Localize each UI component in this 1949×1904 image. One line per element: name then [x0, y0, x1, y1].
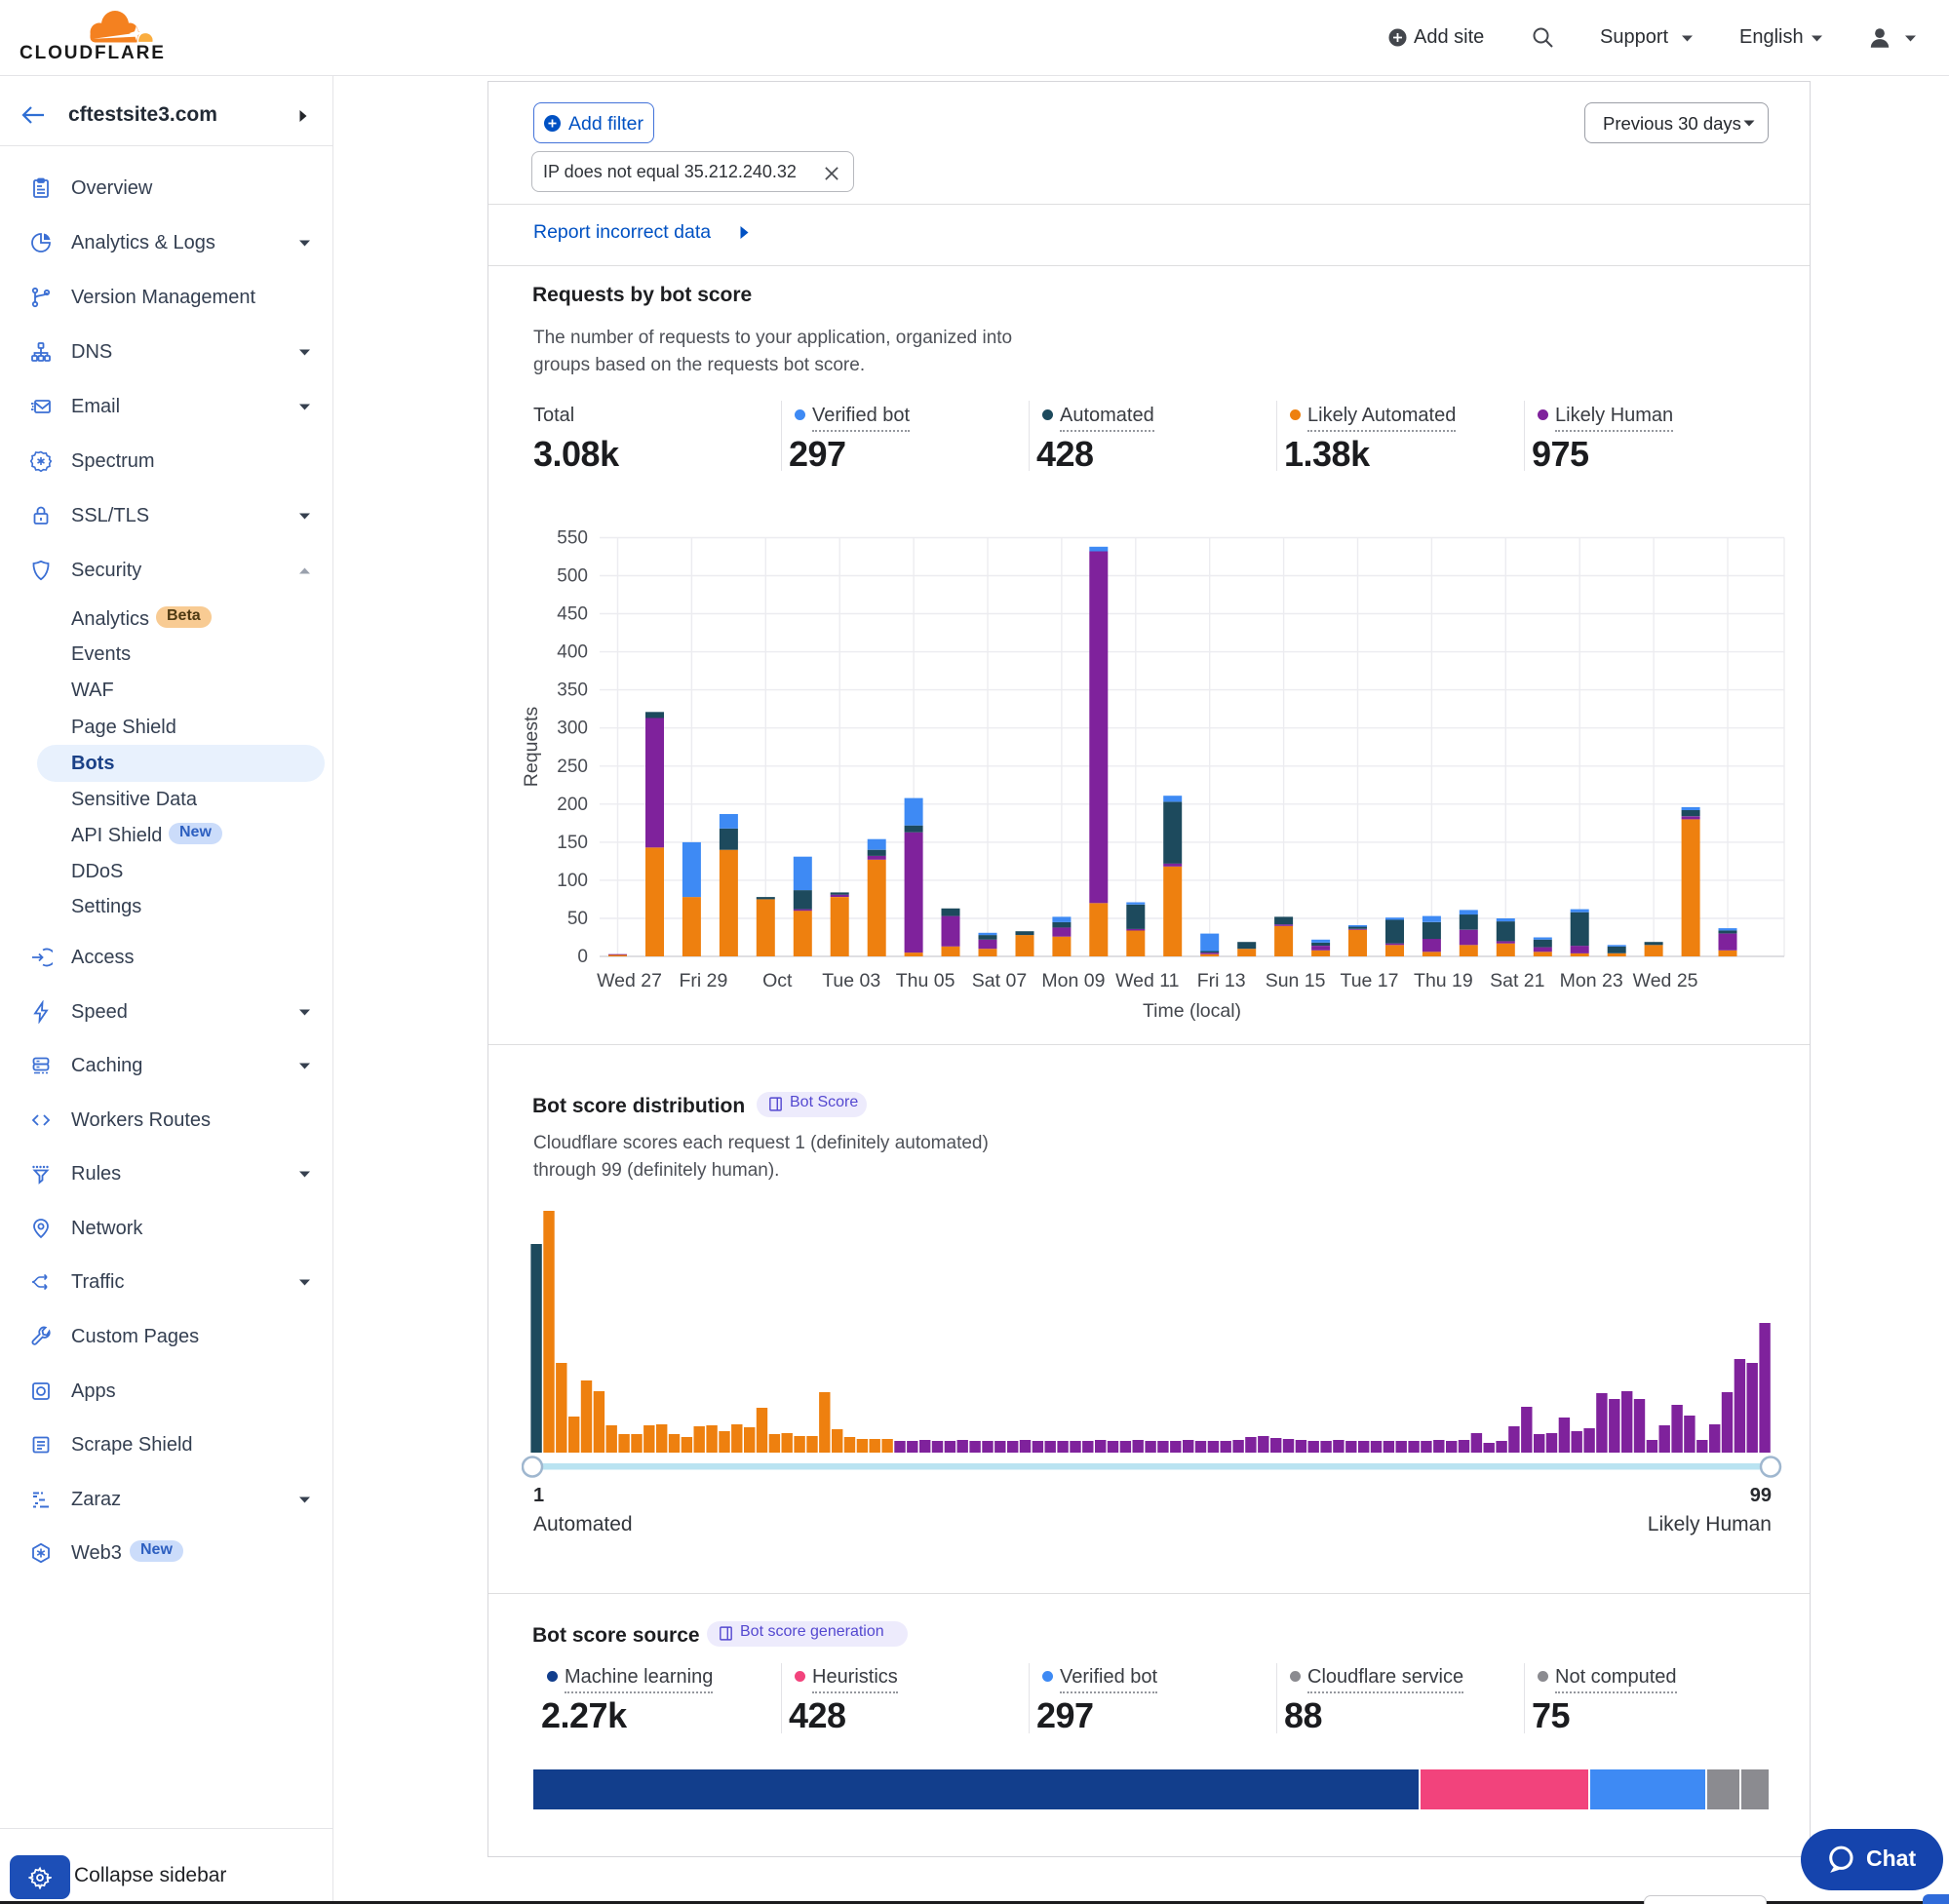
- svg-text:0: 0: [577, 947, 588, 967]
- svg-text:Tue 03: Tue 03: [822, 970, 880, 991]
- svg-text:Tue 17: Tue 17: [1341, 970, 1399, 991]
- svg-text:550: 550: [557, 528, 588, 549]
- svg-text:500: 500: [557, 566, 588, 587]
- svg-text:Fri 13: Fri 13: [1197, 970, 1246, 991]
- svg-text:200: 200: [557, 795, 588, 815]
- svg-text:Wed 27: Wed 27: [597, 970, 662, 991]
- svg-text:Sun 15: Sun 15: [1266, 970, 1326, 991]
- svg-text:400: 400: [557, 642, 588, 663]
- svg-text:50: 50: [567, 909, 588, 929]
- svg-text:150: 150: [557, 833, 588, 853]
- svg-text:Requests: Requests: [521, 707, 542, 788]
- svg-text:Thu 19: Thu 19: [1414, 970, 1473, 991]
- svg-text:Fri 29: Fri 29: [679, 970, 727, 991]
- svg-text:250: 250: [557, 757, 588, 777]
- svg-text:300: 300: [557, 719, 588, 739]
- svg-text:Thu 05: Thu 05: [896, 970, 955, 991]
- svg-text:Wed 25: Wed 25: [1633, 970, 1698, 991]
- svg-text:Mon 23: Mon 23: [1560, 970, 1623, 991]
- svg-text:Wed 11: Wed 11: [1115, 970, 1179, 991]
- svg-text:Oct: Oct: [762, 970, 793, 991]
- svg-text:Sat 21: Sat 21: [1490, 970, 1544, 991]
- svg-text:Mon 09: Mon 09: [1041, 970, 1105, 991]
- svg-text:100: 100: [557, 871, 588, 891]
- svg-text:Sat 07: Sat 07: [972, 970, 1027, 991]
- svg-text:350: 350: [557, 680, 588, 701]
- svg-text:450: 450: [557, 604, 588, 625]
- svg-text:Time (local): Time (local): [1143, 1000, 1241, 1022]
